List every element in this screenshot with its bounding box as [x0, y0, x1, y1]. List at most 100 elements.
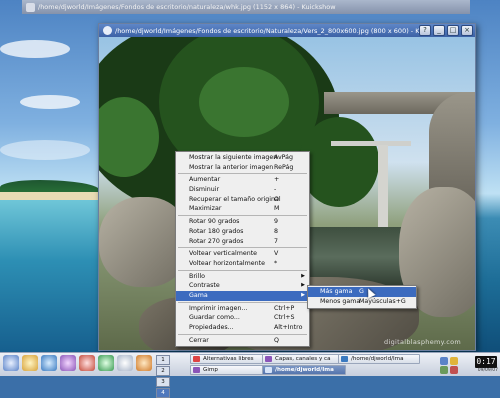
task-alternativas[interactable]: Alternativas libres — [190, 354, 270, 364]
menu-item-rotar-180-grados[interactable]: Rotar 180 grados 8 — [176, 227, 309, 237]
task-home-imagenes-1[interactable]: /home/djworld/Ima — [338, 354, 420, 364]
menu-item-label: Disminuir — [189, 186, 220, 194]
task-label: Capas, canales y ca — [275, 356, 331, 362]
task-capas[interactable]: Capas, canales y ca — [262, 354, 346, 364]
menu-item-label: Gama — [189, 291, 208, 299]
menu-item-label: Menos gama — [320, 298, 361, 305]
minimize-button[interactable]: _ — [433, 25, 445, 36]
menu-item-label: Brillo — [189, 272, 206, 280]
context-menu[interactable]: Mostrar la siguiente imagen AvPág Mostrar … — [175, 151, 310, 348]
menu-item-shortcut: - — [274, 186, 277, 194]
window-title: /home/djworld/Imágenes/Fondos de escrito… — [115, 26, 419, 35]
menu-item-maximizar[interactable]: Maximizar M — [176, 204, 309, 214]
menu-item-rotar-270-grados[interactable]: Rotar 270 grados 7 — [176, 237, 309, 247]
bridge-pier — [429, 92, 475, 202]
menu-item-shortcut: 8 — [274, 227, 279, 235]
desktop-3[interactable]: 3 — [156, 377, 170, 387]
tree-canopy — [199, 67, 289, 137]
menu-item-label: Mostrar la anterior imagen — [189, 163, 274, 171]
menu-item-rotar-90-grados[interactable]: Rotar 90 grados 9 — [176, 217, 309, 227]
menu-item-shortcut: Ctrl+P — [274, 304, 295, 312]
menu-item-label: Aumentar — [189, 176, 221, 184]
menu-item-shortcut: + — [274, 176, 280, 184]
menu-item-label: Rotar 90 grados — [189, 218, 240, 226]
menu-item-label: Cerrar — [189, 336, 209, 344]
menu-item-brillo[interactable]: Brillo ▶ — [176, 272, 309, 282]
cloud — [0, 40, 70, 58]
close-button[interactable]: × — [461, 25, 473, 36]
gimp-icon — [193, 367, 200, 373]
klipper-icon[interactable] — [440, 366, 448, 374]
menu-item-shortcut: O — [274, 195, 279, 203]
background-window[interactable]: /home/djworld/Imágenes/Fondos de escrito… — [22, 0, 470, 18]
gimp-icon[interactable] — [60, 355, 76, 371]
home-folder-icon[interactable] — [22, 355, 38, 371]
window-titlebar[interactable]: /home/djworld/Imágenes/Fondos de escrito… — [99, 24, 475, 37]
firefox-icon[interactable] — [79, 355, 95, 371]
menu-item-voltear-horizontalmente[interactable]: Voltear horizontalmente * — [176, 259, 309, 269]
kuickshow-icon — [341, 356, 348, 362]
cloud — [0, 140, 90, 160]
menu-separator — [178, 215, 307, 217]
menu-item-label: Mostrar la siguiente imagen — [189, 154, 278, 161]
menu-item-recuperar-el-tamano-original[interactable]: Recuperar el tamaño original O — [176, 195, 309, 205]
konsole-icon[interactable] — [98, 355, 114, 371]
kuickshow-icon — [26, 2, 35, 12]
gamma-submenu[interactable]: Más gama G Menos gama Mayúsculas+G — [307, 285, 417, 309]
menu-item-cerrar[interactable]: Cerrar Q — [176, 336, 309, 346]
menu-item-mostrar-la-siguiente-imagen[interactable]: Mostrar la siguiente imagen AvPág — [176, 153, 309, 163]
taskbar: 1 2 3 4 Alternativas libres Capas, canal… — [0, 352, 500, 398]
kuickshow-icon — [265, 367, 272, 373]
menu-separator — [178, 301, 307, 303]
menu-item-voltear-verticalmente[interactable]: Voltear verticalmente V — [176, 249, 309, 259]
menu-item-contraste[interactable]: Contraste ▶ — [176, 281, 309, 291]
menu-item-label: Rotar 180 grados — [189, 227, 244, 235]
maximize-button[interactable]: □ — [447, 25, 459, 36]
menu-item-imprimir-imagen[interactable]: Imprimir imagen... Ctrl+P — [176, 304, 309, 314]
network-icon[interactable] — [440, 357, 448, 365]
menu-item-label: Voltear horizontalmente — [189, 259, 265, 267]
menu-separator — [178, 247, 307, 249]
update-icon[interactable] — [450, 366, 458, 374]
kde-menu-icon[interactable] — [3, 355, 19, 371]
submenu-item-mas-gama[interactable]: Más gama G — [308, 287, 416, 297]
task-home-imagenes-2[interactable]: /home/djworld/Ima — [262, 365, 346, 375]
menu-separator — [178, 333, 307, 335]
menu-item-aumentar[interactable]: Aumentar + — [176, 175, 309, 185]
menu-item-propiedades[interactable]: Propiedades... Alt+Intro — [176, 323, 309, 333]
kopete-icon[interactable] — [136, 355, 152, 371]
menu-item-label: Voltear verticalmente — [189, 250, 258, 258]
menu-item-label: Propiedades... — [189, 324, 234, 331]
task-label: /home/djworld/Ima — [351, 356, 404, 362]
beach — [0, 192, 100, 200]
menu-item-label: Contraste — [189, 282, 220, 290]
background-window-titlebar[interactable]: /home/djworld/Imágenes/Fondos de escrito… — [22, 0, 470, 14]
menu-item-guardar-como[interactable]: Guardar como... Ctrl+S — [176, 313, 309, 323]
menu-item-mostrar-la-anterior-imagen[interactable]: Mostrar la anterior imagen RePág — [176, 163, 309, 173]
menu-item-label: Maximizar — [189, 205, 222, 213]
menu-item-shortcut: 7 — [274, 237, 279, 245]
submenu-arrow-icon: ▶ — [301, 272, 305, 279]
menu-item-label: Imprimir imagen... — [189, 304, 248, 312]
clock[interactable]: 0:17 — [475, 356, 497, 368]
kuickshow-icon[interactable] — [103, 26, 112, 35]
menu-item-disminuir[interactable]: Disminuir - — [176, 185, 309, 195]
kmail-icon[interactable] — [117, 355, 133, 371]
task-gimp[interactable]: Gimp — [190, 365, 270, 375]
volume-icon[interactable] — [450, 357, 458, 365]
desktop-4[interactable]: 4 — [156, 388, 170, 398]
menu-item-label: Más gama — [320, 288, 353, 295]
submenu-arrow-icon: ▶ — [301, 282, 305, 289]
submenu-arrow-icon: ▶ — [301, 291, 305, 298]
desktop-pager[interactable]: 1 2 3 4 — [156, 355, 184, 398]
menu-item-shortcut: Ctrl+S — [274, 314, 295, 322]
konqueror-icon[interactable] — [41, 355, 57, 371]
desktop-1[interactable]: 1 — [156, 355, 170, 365]
submenu-item-menos-gama[interactable]: Menos gama Mayúsculas+G — [308, 297, 416, 307]
menu-item-gama[interactable]: Gama ▶ — [176, 290, 309, 301]
help-button[interactable]: ? — [419, 25, 431, 36]
menu-separator — [178, 269, 307, 271]
task-label: Alternativas libres — [203, 356, 254, 362]
menu-item-shortcut: Q — [274, 336, 279, 344]
menu-item-shortcut: M — [274, 205, 280, 213]
